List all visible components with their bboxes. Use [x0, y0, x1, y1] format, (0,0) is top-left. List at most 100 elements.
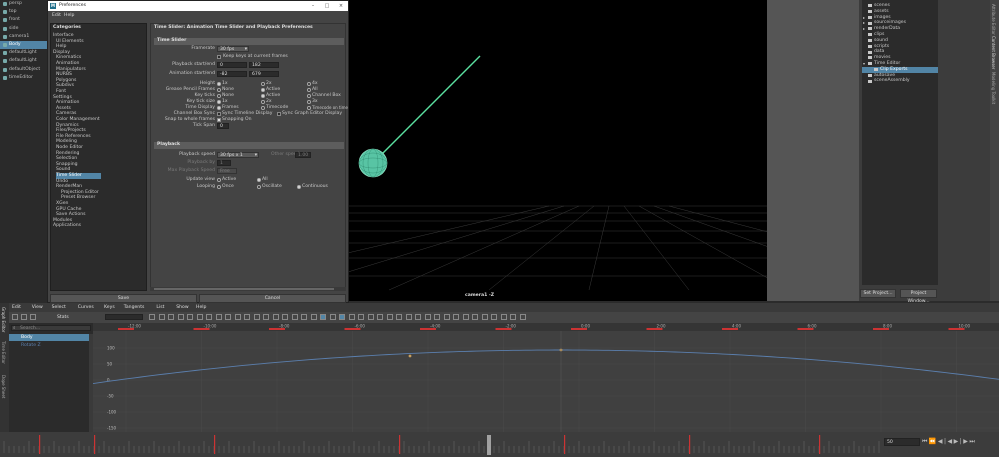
- graph-tree-rotatez[interactable]: Rotate Z: [21, 342, 41, 349]
- toolbar-tool-icon[interactable]: [500, 314, 507, 320]
- tab-content-browser[interactable]: Content Browser: [991, 36, 996, 69]
- grease-none-radio[interactable]: [217, 87, 221, 92]
- grease-active-radio[interactable]: [261, 87, 265, 92]
- height-4x-radio[interactable]: [307, 81, 311, 86]
- keep-keys-checkbox[interactable]: [217, 54, 221, 59]
- looping-oscillate-radio[interactable]: [257, 184, 261, 189]
- toolbar-tool-icon[interactable]: [21, 314, 27, 320]
- looping-continuous-radio[interactable]: [297, 184, 301, 189]
- playback-end-field[interactable]: 182: [249, 62, 279, 68]
- snapping-checkbox[interactable]: [217, 117, 221, 122]
- time-slider-section[interactable]: Time Slider: [154, 38, 344, 45]
- looping-once-radio[interactable]: [217, 184, 221, 189]
- go-to-start-icon[interactable]: ⏮: [922, 438, 929, 445]
- outliner-item[interactable]: defaultLight: [0, 49, 47, 57]
- tick-size-1x-radio[interactable]: [217, 99, 221, 104]
- graph-tree-body[interactable]: Body: [9, 334, 93, 341]
- set-project-button[interactable]: Set Project...: [860, 289, 896, 298]
- toolbar-tool-icon[interactable]: [244, 314, 250, 320]
- max-speed-dropdown[interactable]: Free: [217, 168, 237, 174]
- current-frame-field[interactable]: 50: [884, 438, 920, 446]
- toolbar-tool-icon[interactable]: [158, 314, 165, 320]
- toolbar-tool-icon[interactable]: [301, 314, 307, 320]
- graph-menu-item[interactable]: Edit: [12, 303, 21, 312]
- playback-speed-dropdown[interactable]: 30 fps x 1 ▾: [217, 152, 259, 158]
- toolbar-tool-icon[interactable]: [320, 314, 326, 320]
- toolbar-tool-icon[interactable]: [519, 314, 526, 320]
- graph-menu-item[interactable]: Help: [196, 303, 206, 312]
- graph-menu-item[interactable]: View: [32, 303, 43, 312]
- toolbar-tool-icon[interactable]: [510, 314, 516, 320]
- go-to-end-icon[interactable]: ⏭: [969, 438, 976, 445]
- anim-end-field[interactable]: 679: [249, 71, 279, 77]
- preferences-titlebar[interactable]: M Preferences – □ ×: [48, 1, 348, 11]
- toolbar-tool-icon[interactable]: [206, 314, 212, 320]
- toolbar-tool-icon[interactable]: [187, 314, 193, 320]
- toolbar-tool-icon[interactable]: [149, 314, 155, 320]
- menu-edit[interactable]: Edit: [52, 11, 61, 21]
- sync-timeline-checkbox[interactable]: [217, 111, 221, 116]
- toolbar-tool-icon[interactable]: [424, 314, 431, 320]
- outliner-item[interactable]: side: [0, 25, 47, 33]
- playback-section[interactable]: Playback: [154, 142, 344, 149]
- toolbar-tool-icon[interactable]: [291, 314, 298, 320]
- other-speed-field[interactable]: 1.00: [295, 152, 311, 158]
- graph-search-input[interactable]: Search... ⌕: [11, 325, 91, 331]
- project-window-button[interactable]: Project Window...: [900, 289, 937, 304]
- toolbar-tool-icon[interactable]: [386, 314, 393, 320]
- toolbar-tool-icon[interactable]: [168, 314, 174, 320]
- toolbar-tool-icon[interactable]: [415, 314, 421, 320]
- minimize-icon[interactable]: –: [306, 1, 320, 11]
- category-item[interactable]: Applications: [53, 223, 146, 229]
- toolbar-tool-icon[interactable]: [310, 314, 317, 320]
- step-back-icon[interactable]: ◀|: [938, 438, 948, 445]
- menu-help[interactable]: Help: [64, 11, 74, 21]
- folder-item[interactable]: sceneAssembly: [862, 78, 938, 84]
- grease-all-radio[interactable]: [307, 87, 311, 92]
- outliner-item[interactable]: front: [0, 16, 47, 24]
- time-display-frames-radio[interactable]: [217, 105, 221, 110]
- toolbar-tool-icon[interactable]: [263, 314, 269, 320]
- toolbar-tool-icon[interactable]: [472, 314, 478, 320]
- tick-size-3x-radio[interactable]: [307, 99, 311, 104]
- tab-graph-editor[interactable]: Graph Editor: [1, 307, 6, 332]
- toolbar-tool-icon[interactable]: [253, 314, 260, 320]
- toolbar-tool-icon[interactable]: [12, 314, 18, 320]
- outliner-item[interactable]: top: [0, 8, 47, 16]
- toolbar-tool-icon[interactable]: [443, 314, 450, 320]
- toolbar-tool-icon[interactable]: [405, 314, 412, 320]
- anim-start-field[interactable]: -82: [217, 71, 247, 77]
- height-2x-radio[interactable]: [261, 81, 265, 86]
- toolbar-tool-icon[interactable]: [234, 314, 241, 320]
- step-forward-icon[interactable]: |▶: [960, 438, 970, 445]
- toolbar-tool-icon[interactable]: [177, 314, 184, 320]
- playback-start-field[interactable]: 0: [217, 62, 247, 68]
- tab-dope-sheet[interactable]: Dope Sheet: [1, 375, 6, 398]
- toolbar-tool-icon[interactable]: [272, 314, 279, 320]
- outliner-item[interactable]: defaultObject: [0, 66, 47, 74]
- key-ticks-channelbox-radio[interactable]: [307, 93, 311, 98]
- toolbar-tool-icon[interactable]: [481, 314, 488, 320]
- outliner-item[interactable]: defaultLight: [0, 57, 47, 65]
- key-ticks-none-radio[interactable]: [217, 93, 221, 98]
- time-display-marker-radio[interactable]: [307, 105, 311, 110]
- tick-size-2x-radio[interactable]: [261, 99, 265, 104]
- toolbar-tool-icon[interactable]: [462, 314, 469, 320]
- outliner-item[interactable]: timeEditor: [0, 74, 47, 82]
- toolbar-tool-icon[interactable]: [225, 314, 231, 320]
- graph-plot-area[interactable]: -12:00 -10:00 -8:00 -6:00 -4:00 -2:00 0:00 2:00…: [92, 323, 999, 432]
- key-ticks-active-radio[interactable]: [261, 93, 265, 98]
- tab-modeling-toolkit[interactable]: Modeling Toolkit: [991, 72, 996, 104]
- graph-menu-item[interactable]: Tangents: [124, 303, 145, 312]
- graph-menu-item[interactable]: List: [156, 303, 164, 312]
- playback-controls[interactable]: ⏮⏪◀|◀▶|▶⏭: [922, 437, 976, 447]
- toolbar-tool-icon[interactable]: [396, 314, 402, 320]
- toolbar-tool-icon[interactable]: [215, 314, 222, 320]
- toolbar-tool-icon[interactable]: [196, 314, 203, 320]
- cancel-button[interactable]: Cancel: [199, 294, 346, 303]
- save-button[interactable]: Save: [50, 294, 197, 303]
- horizontal-scrollbar[interactable]: [150, 287, 346, 291]
- toolbar-tool-icon[interactable]: [491, 314, 497, 320]
- tick-span-field[interactable]: 0: [217, 123, 229, 129]
- framerate-dropdown[interactable]: 30 fps ▾: [217, 46, 249, 52]
